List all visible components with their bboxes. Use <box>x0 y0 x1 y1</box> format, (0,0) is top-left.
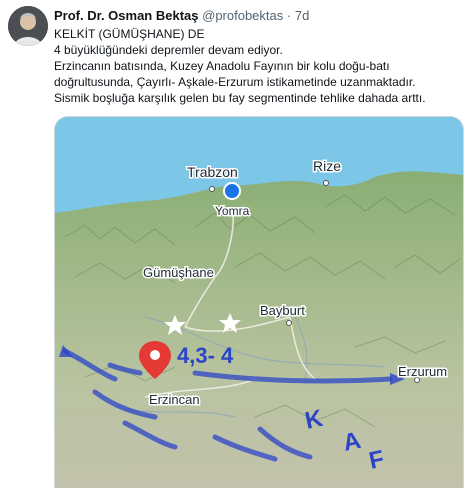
label-trabzon: Trabzon <box>187 164 238 180</box>
tweet-line: 4 büyüklüğündeki depremler devam ediyor. <box>54 43 283 57</box>
location-dot-icon <box>223 182 241 200</box>
tweet-line: Erzincanın batısında, Kuzey Anadolu Fayı… <box>54 59 390 73</box>
label-gumushane: Gümüşhane <box>143 265 214 280</box>
tweet-line: KELKİT (GÜMÜŞHANE) DE <box>54 27 205 41</box>
label-bayburt: Bayburt <box>260 303 305 318</box>
label-yomra: Yomra <box>215 204 250 218</box>
tweet-time[interactable]: 7d <box>295 8 309 23</box>
label-rize: Rize <box>313 158 341 174</box>
author-name[interactable]: Prof. Dr. Osman Bektaş <box>54 8 199 23</box>
label-erzurum: Erzurum <box>398 364 447 379</box>
author-handle[interactable]: @profobektas <box>202 8 283 23</box>
magnitude-label: 4,3- 4 <box>177 343 234 368</box>
map-image[interactable]: Trabzon Rize Yomra Gümüşhane Bayburt Erz… <box>54 116 464 488</box>
avatar[interactable] <box>8 6 48 46</box>
label-erzincan: Erzincan <box>149 392 200 407</box>
tweet-text: KELKİT (GÜMÜŞHANE) DE 4 büyüklüğündeki d… <box>54 26 464 106</box>
tweet-line: Sismik boşluğa karşılık gelen bu fay seg… <box>54 91 426 105</box>
separator: · <box>286 8 292 23</box>
map-svg: Trabzon Rize Yomra Gümüşhane Bayburt Erz… <box>55 117 463 488</box>
tweet-line: doğrultusunda, Çayırlı- Aşkale-Erzurum i… <box>54 75 416 89</box>
tweet-header: Prof. Dr. Osman Bektaş @profobektas · 7d <box>54 8 309 24</box>
